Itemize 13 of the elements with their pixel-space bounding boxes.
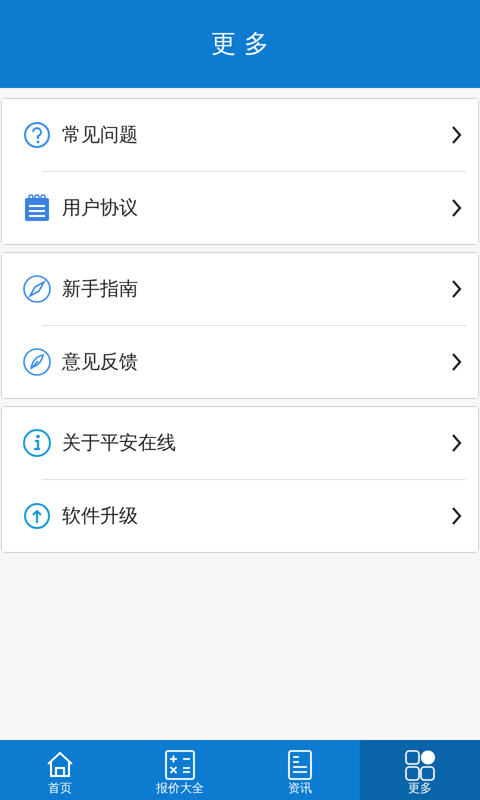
calculator-icon — [164, 749, 196, 781]
grid-icon — [404, 749, 436, 781]
upload-icon — [22, 501, 52, 531]
question-icon — [22, 120, 52, 150]
tab[interactable]: 资讯 — [240, 740, 360, 800]
compass-icon — [22, 274, 52, 304]
page-title: 更 多 — [211, 28, 269, 60]
tab[interactable]: 首页 — [0, 740, 120, 800]
info-icon — [22, 428, 52, 458]
tab[interactable]: 报价大全 — [120, 740, 240, 800]
tab[interactable]: 更多 — [360, 740, 480, 800]
feather-icon — [22, 347, 52, 377]
notepad-icon — [22, 193, 52, 223]
